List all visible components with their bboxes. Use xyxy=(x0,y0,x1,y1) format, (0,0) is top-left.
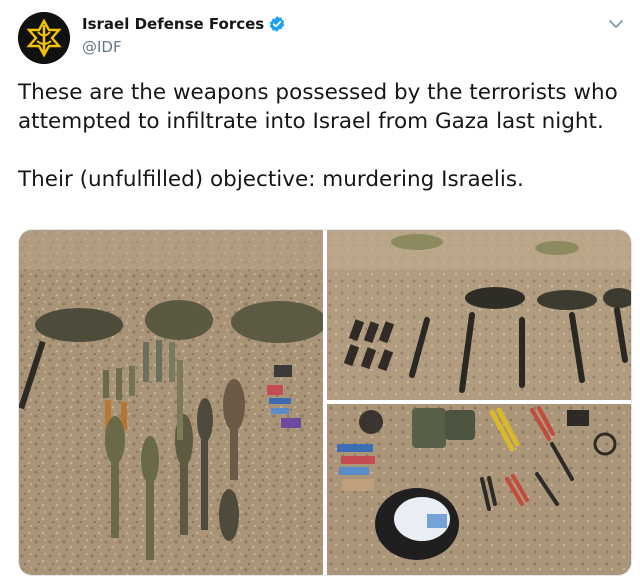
avatar[interactable] xyxy=(18,12,70,64)
account-name-row: Israel Defense Forces xyxy=(82,15,286,33)
idf-emblem-icon xyxy=(18,12,70,64)
chevron-down-icon[interactable] xyxy=(606,14,626,34)
photo-equipment-tools[interactable] xyxy=(327,404,631,575)
media-grid xyxy=(18,229,632,576)
tweet-text-line: Their (unfulfilled) objective: murdering… xyxy=(18,167,524,192)
photo-image xyxy=(327,230,631,400)
photo-weapons-rockets[interactable] xyxy=(19,230,323,575)
tweet-text: These are the weapons possessed by the t… xyxy=(18,78,628,194)
account-handle[interactable]: @IDF xyxy=(82,38,122,56)
photo-image xyxy=(19,230,323,575)
photo-weapons-rifles[interactable] xyxy=(327,230,631,400)
verified-badge-icon xyxy=(269,16,285,32)
photo-image xyxy=(327,404,631,575)
display-name[interactable]: Israel Defense Forces xyxy=(82,15,264,33)
tweet-text-line: attempted to infiltrate into Israel from… xyxy=(18,109,604,134)
tweet-text-line: These are the weapons possessed by the t… xyxy=(18,80,618,105)
